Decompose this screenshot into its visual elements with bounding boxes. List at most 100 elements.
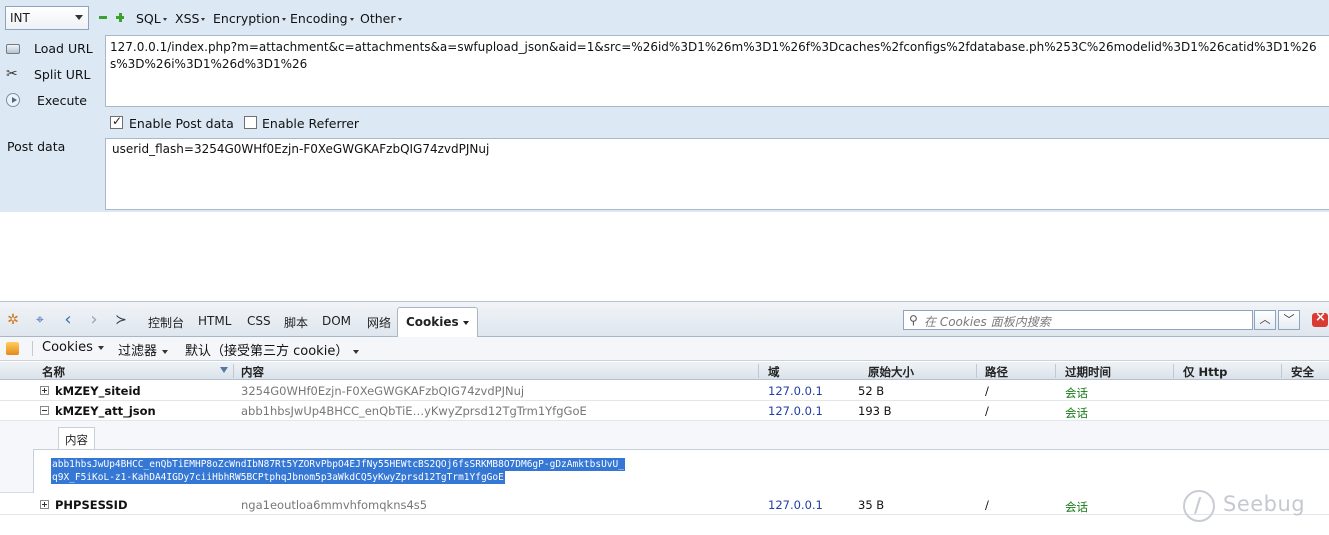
tab-script[interactable]: 脚本 <box>284 314 308 331</box>
cookies-menu[interactable]: Cookies <box>42 340 104 355</box>
dropdown-arrow-icon <box>462 320 469 325</box>
cookie-size: 193 B <box>858 404 892 418</box>
cookie-domain: 127.0.0.1 <box>768 404 823 418</box>
cookie-path: / <box>985 384 989 398</box>
dropdown-arrow-icon <box>201 18 206 21</box>
command-line-icon[interactable]: ≻ <box>113 312 129 328</box>
cookie-name: kMZEY_siteid <box>55 384 141 398</box>
post-data-label: Post data <box>7 139 66 154</box>
menu-encryption[interactable]: Encryption <box>213 11 287 26</box>
execute-button[interactable]: Execute <box>4 90 104 112</box>
column-domain[interactable]: 域 <box>768 364 780 380</box>
cookies-table-header: 名称 内容 域 原始大小 路径 过期时间 仅 Http 安全 <box>0 362 1329 380</box>
plus-icon[interactable] <box>116 13 124 22</box>
hackbar-panel: INT SQL XSS Encryption Encoding Other Lo… <box>0 0 1329 212</box>
dropdown-arrow-icon <box>353 349 360 354</box>
menu-xss[interactable]: XSS <box>175 11 206 26</box>
chevron-down-icon <box>75 15 83 20</box>
column-separator <box>758 364 759 378</box>
forward-icon[interactable]: › <box>86 311 102 329</box>
cookie-value: abb1hbsJwUp4BHCC_enQbTiE…yKwyZprsd12TgTr… <box>241 404 587 418</box>
tab-cookies[interactable]: Cookies <box>397 307 478 338</box>
cookies-toolbar: Cookies 过滤器 默认（接受第三方 cookie） <box>0 337 1329 361</box>
column-expires[interactable]: 过期时间 <box>1065 364 1111 380</box>
expand-icon[interactable] <box>40 386 49 395</box>
column-http-only[interactable]: 仅 Http <box>1183 364 1227 380</box>
scissors-icon: ✂ <box>6 66 18 82</box>
table-row[interactable]: kMZEY_siteid 3254G0WHf0Ezjn-F0XeGWGKAFzb… <box>0 381 1329 401</box>
detail-tab-content[interactable]: 内容 <box>58 427 95 449</box>
search-prev-button[interactable]: ︿ <box>1254 310 1276 330</box>
collapse-icon[interactable] <box>40 406 49 415</box>
dropdown-arrow-icon <box>282 18 287 21</box>
load-url-button[interactable]: Load URL <box>4 38 104 60</box>
selected-cookie-value-line[interactable]: q9X_F5iKoL-z1-KahDA4IGDy7ciiHbhRW5BCPtph… <box>51 471 505 484</box>
play-icon <box>6 93 20 107</box>
cookie-path: / <box>985 404 989 418</box>
cookie-domain: 127.0.0.1 <box>768 498 823 512</box>
cookies-search-input[interactable]: ⚲ 在 Cookies 面板内搜索 <box>903 310 1253 330</box>
hackbar-toolbar: INT SQL XSS Encryption Encoding Other <box>0 0 1329 36</box>
inspect-icon[interactable]: ⌖ <box>32 312 48 328</box>
firebug-icon[interactable]: ✲ <box>5 312 21 328</box>
column-separator <box>233 364 234 378</box>
default-policy-menu[interactable]: 默认（接受第三方 cookie） <box>185 340 360 359</box>
type-select[interactable]: INT <box>5 6 89 30</box>
split-url-button[interactable]: ✂ Split URL <box>4 64 104 86</box>
cookie-path: / <box>985 498 989 512</box>
tab-css[interactable]: CSS <box>247 314 271 328</box>
enable-referrer-checkbox[interactable] <box>244 116 257 129</box>
search-next-button[interactable]: ﹀ <box>1278 310 1300 330</box>
cookie-domain: 127.0.0.1 <box>768 384 823 398</box>
load-icon <box>6 44 20 54</box>
close-icon[interactable] <box>1312 310 1328 327</box>
cookie-icon[interactable] <box>6 342 19 355</box>
url-textarea[interactable]: 127.0.0.1/index.php?m=attachment&c=attac… <box>105 35 1329 107</box>
tab-console[interactable]: 控制台 <box>148 314 184 331</box>
expand-icon[interactable] <box>40 500 49 509</box>
seebug-watermark: Seebug <box>1183 486 1323 526</box>
dropdown-arrow-icon <box>162 349 169 354</box>
enable-post-label: Enable Post data <box>129 116 234 131</box>
cookie-size: 35 B <box>858 498 885 512</box>
minus-icon[interactable] <box>99 13 107 21</box>
column-value[interactable]: 内容 <box>241 364 264 380</box>
menu-sql[interactable]: SQL <box>136 11 167 26</box>
type-select-value: INT <box>10 11 30 25</box>
back-icon[interactable]: ‹ <box>60 311 76 329</box>
column-secure[interactable]: 安全 <box>1291 364 1314 380</box>
tab-net[interactable]: 网络 <box>367 314 391 331</box>
filter-menu[interactable]: 过滤器 <box>118 340 169 359</box>
dropdown-arrow-icon <box>162 18 167 21</box>
cookie-size: 52 B <box>858 384 885 398</box>
column-raw-size[interactable]: 原始大小 <box>868 364 914 380</box>
tab-dom[interactable]: DOM <box>322 314 351 328</box>
dropdown-arrow-icon <box>97 345 104 350</box>
dropdown-arrow-icon <box>349 18 354 21</box>
cookie-name: PHPSESSID <box>55 498 128 512</box>
enable-referrer-label: Enable Referrer <box>262 116 360 131</box>
selected-cookie-value-line[interactable]: abb1hbsJwUp4BHCC_enQbTiEMHP8oZcWndIbN87R… <box>51 458 625 471</box>
seebug-logo-icon <box>1183 490 1215 522</box>
column-separator <box>976 364 977 378</box>
search-icon: ⚲ <box>909 313 918 327</box>
enable-post-checkbox[interactable] <box>110 114 123 129</box>
cookie-detail-panel: 内容 abb1hbsJwUp4BHCC_enQbTiEMHP8oZcWndIbN… <box>0 421 1329 493</box>
sort-desc-icon <box>220 367 228 373</box>
table-row[interactable]: kMZEY_att_json abb1hbsJwUp4BHCC_enQbTiE…… <box>0 401 1329 421</box>
cookie-value: 3254G0WHf0Ezjn-F0XeGWGKAFzbQIG74zvdPJNuj <box>241 384 525 398</box>
firebug-toolbar: ✲ ⌖ ‹ › ≻ 控制台 HTML CSS 脚本 DOM 网络 Cookies… <box>0 301 1329 338</box>
cookie-value: nga1eoutloa6mmvhfomqkns4s5 <box>241 498 428 512</box>
menu-encoding[interactable]: Encoding <box>290 11 354 26</box>
cookie-name: kMZEY_att_json <box>55 404 156 418</box>
column-name[interactable]: 名称 <box>42 364 65 380</box>
column-separator <box>1281 364 1282 378</box>
tab-html[interactable]: HTML <box>198 314 231 328</box>
cookie-expires: 会话 <box>1065 500 1088 514</box>
column-path[interactable]: 路径 <box>985 364 1008 380</box>
table-row[interactable]: PHPSESSID nga1eoutloa6mmvhfomqkns4s5 127… <box>0 495 1329 515</box>
post-data-textarea[interactable]: userid_flash=3254G0WHf0Ezjn-F0XeGWGKAFzb… <box>105 138 1329 210</box>
column-separator <box>1173 364 1174 378</box>
cookie-expires: 会话 <box>1065 386 1088 400</box>
menu-other[interactable]: Other <box>360 11 402 26</box>
